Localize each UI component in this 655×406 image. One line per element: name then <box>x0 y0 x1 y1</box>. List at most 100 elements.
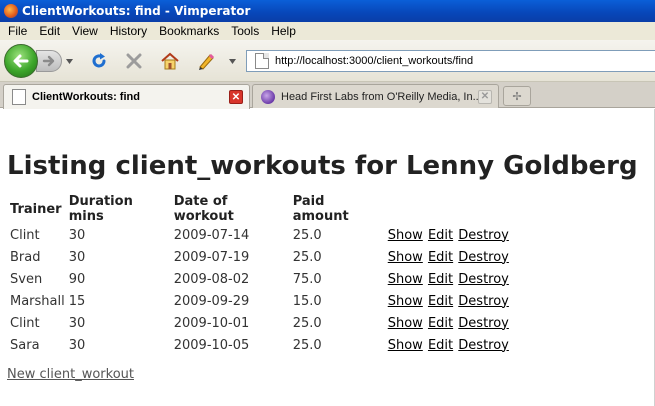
table-row: Clint 30 2009-07-14 25.0 Show Edit Destr… <box>8 224 512 246</box>
plus-icon: ✢ <box>512 89 522 103</box>
column-header-paid: Paid amount <box>292 194 349 224</box>
destroy-link[interactable]: Destroy <box>458 250 509 265</box>
cell-actions: Show Edit Destroy <box>386 246 512 268</box>
navigation-toolbar <box>0 40 655 82</box>
chevron-down-icon <box>65 58 73 64</box>
menu-history[interactable]: History <box>104 24 153 38</box>
cell-date: 2009-07-14 <box>173 227 250 243</box>
destroy-link[interactable]: Destroy <box>458 338 509 353</box>
tab-label: Head First Labs from O'Reilly Media, In.… <box>281 90 478 103</box>
close-tab-icon[interactable]: ✕ <box>229 90 243 104</box>
page-content: Listing client_workouts for Lenny Goldbe… <box>0 109 655 406</box>
show-link[interactable]: Show <box>388 294 423 309</box>
cell-duration: 30 <box>68 227 86 243</box>
cell-date: 2009-10-05 <box>173 337 250 353</box>
back-button[interactable] <box>4 44 38 78</box>
column-header-trainer: Trainer <box>10 201 62 217</box>
cell-duration: 30 <box>68 337 86 353</box>
tab-client-workouts[interactable]: ClientWorkouts: find ✕ <box>3 84 250 109</box>
cell-trainer: Sara <box>10 337 40 353</box>
cell-paid: 75.0 <box>292 271 322 287</box>
menu-bar: File Edit View History Bookmarks Tools H… <box>0 22 655 40</box>
edit-link[interactable]: Edit <box>428 272 453 287</box>
edit-link[interactable]: Edit <box>428 250 453 265</box>
edit-link[interactable]: Edit <box>428 294 453 309</box>
edit-pencil-button[interactable] <box>195 50 217 72</box>
page-icon <box>12 89 26 105</box>
stop-button[interactable] <box>123 50 145 72</box>
url-bar <box>246 50 655 72</box>
menu-file[interactable]: File <box>2 24 33 38</box>
cell-date: 2009-08-02 <box>173 271 250 287</box>
forward-arrow-icon <box>42 55 55 67</box>
cell-duration: 15 <box>68 293 86 309</box>
client-workouts-table: Trainer Duration mins Date of workout Pa… <box>8 194 512 356</box>
page-title: Listing client_workouts for Lenny Goldbe… <box>7 151 638 181</box>
window-titlebar: ClientWorkouts: find - Vimperator <box>0 0 655 22</box>
menu-tools[interactable]: Tools <box>225 24 265 38</box>
edit-link[interactable]: Edit <box>428 228 453 243</box>
chevron-down-icon <box>228 58 236 64</box>
home-button[interactable] <box>159 50 181 72</box>
pencil-icon <box>199 53 215 70</box>
column-header-date: Date of workout <box>173 194 234 224</box>
cell-actions: Show Edit Destroy <box>386 224 512 246</box>
menu-view[interactable]: View <box>66 24 104 38</box>
destroy-link[interactable]: Destroy <box>458 228 509 243</box>
cell-duration: 30 <box>68 315 86 331</box>
cell-date: 2009-07-19 <box>173 249 250 265</box>
history-dropdown[interactable] <box>64 54 74 68</box>
new-tab-button[interactable]: ✢ <box>503 86 531 106</box>
column-header-duration: Duration mins <box>68 194 133 224</box>
edit-link[interactable]: Edit <box>428 338 453 353</box>
table-row: Sven 90 2009-08-02 75.0 Show Edit Destro… <box>8 268 512 290</box>
cell-paid: 25.0 <box>292 337 322 353</box>
close-tab-icon[interactable]: ✕ <box>478 89 492 104</box>
new-client-workout-link[interactable]: New client_workout <box>7 367 134 382</box>
cell-actions: Show Edit Destroy <box>386 268 512 290</box>
show-link[interactable]: Show <box>388 316 423 331</box>
show-link[interactable]: Show <box>388 250 423 265</box>
show-link[interactable]: Show <box>388 272 423 287</box>
url-input[interactable] <box>275 52 655 70</box>
cell-date: 2009-10-01 <box>173 315 250 331</box>
cell-trainer: Clint <box>10 227 40 243</box>
cell-actions: Show Edit Destroy <box>386 290 512 312</box>
site-favicon-icon <box>261 89 275 104</box>
menu-help[interactable]: Help <box>265 24 302 38</box>
destroy-link[interactable]: Destroy <box>458 294 509 309</box>
home-icon <box>161 52 179 70</box>
cell-trainer: Marshall <box>10 293 65 309</box>
cell-paid: 25.0 <box>292 227 322 243</box>
page-icon <box>255 53 269 69</box>
cell-trainer: Sven <box>10 271 43 287</box>
cell-paid: 25.0 <box>292 249 322 265</box>
stop-icon <box>126 53 142 69</box>
table-row: Clint 30 2009-10-01 25.0 Show Edit Destr… <box>8 312 512 334</box>
destroy-link[interactable]: Destroy <box>458 272 509 287</box>
cell-actions: Show Edit Destroy <box>386 312 512 334</box>
cell-trainer: Brad <box>10 249 41 265</box>
window-title: ClientWorkouts: find - Vimperator <box>22 4 251 18</box>
table-row: Sara 30 2009-10-05 25.0 Show Edit Destro… <box>8 334 512 356</box>
destroy-link[interactable]: Destroy <box>458 316 509 331</box>
cell-date: 2009-09-29 <box>173 293 250 309</box>
table-header-row: Trainer Duration mins Date of workout Pa… <box>8 194 512 224</box>
cell-trainer: Clint <box>10 315 40 331</box>
cell-paid: 15.0 <box>292 293 322 309</box>
column-header-actions <box>386 194 512 224</box>
cell-duration: 30 <box>68 249 86 265</box>
forward-button[interactable] <box>36 50 62 72</box>
show-link[interactable]: Show <box>388 338 423 353</box>
tab-head-first-labs[interactable]: Head First Labs from O'Reilly Media, In.… <box>252 84 499 108</box>
menu-bookmarks[interactable]: Bookmarks <box>153 24 225 38</box>
menu-edit[interactable]: Edit <box>33 24 66 38</box>
tab-label: ClientWorkouts: find <box>32 91 140 103</box>
show-link[interactable]: Show <box>388 228 423 243</box>
pencil-dropdown[interactable] <box>226 50 238 72</box>
cell-duration: 90 <box>68 271 86 287</box>
reload-button[interactable] <box>88 50 110 72</box>
edit-link[interactable]: Edit <box>428 316 453 331</box>
firefox-icon <box>4 4 18 18</box>
cell-actions: Show Edit Destroy <box>386 334 512 356</box>
